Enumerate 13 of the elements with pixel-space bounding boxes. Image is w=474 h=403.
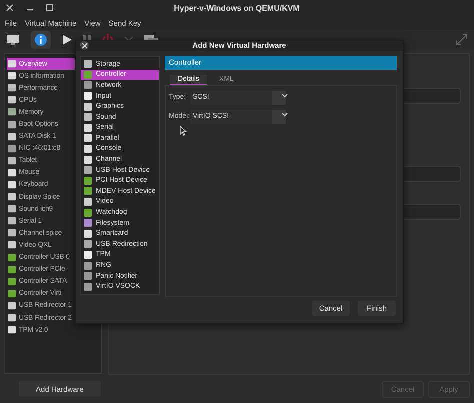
info-icon [35, 34, 47, 46]
chevron-down-icon [282, 94, 288, 98]
close-button[interactable] [80, 41, 89, 50]
cursor-icon [180, 126, 187, 136]
info-button[interactable] [31, 30, 51, 48]
chevron-down-icon [282, 113, 288, 118]
close-icon[interactable] [6, 4, 14, 12]
monitor-icon[interactable] [6, 34, 20, 46]
maximize-icon[interactable] [46, 4, 54, 12]
fullscreen-icon[interactable] [456, 34, 468, 46]
play-icon[interactable] [62, 34, 72, 44]
close-icon [82, 42, 88, 49]
window-title: Hyper-v-Windows on QEMU/KVM [173, 4, 301, 12]
